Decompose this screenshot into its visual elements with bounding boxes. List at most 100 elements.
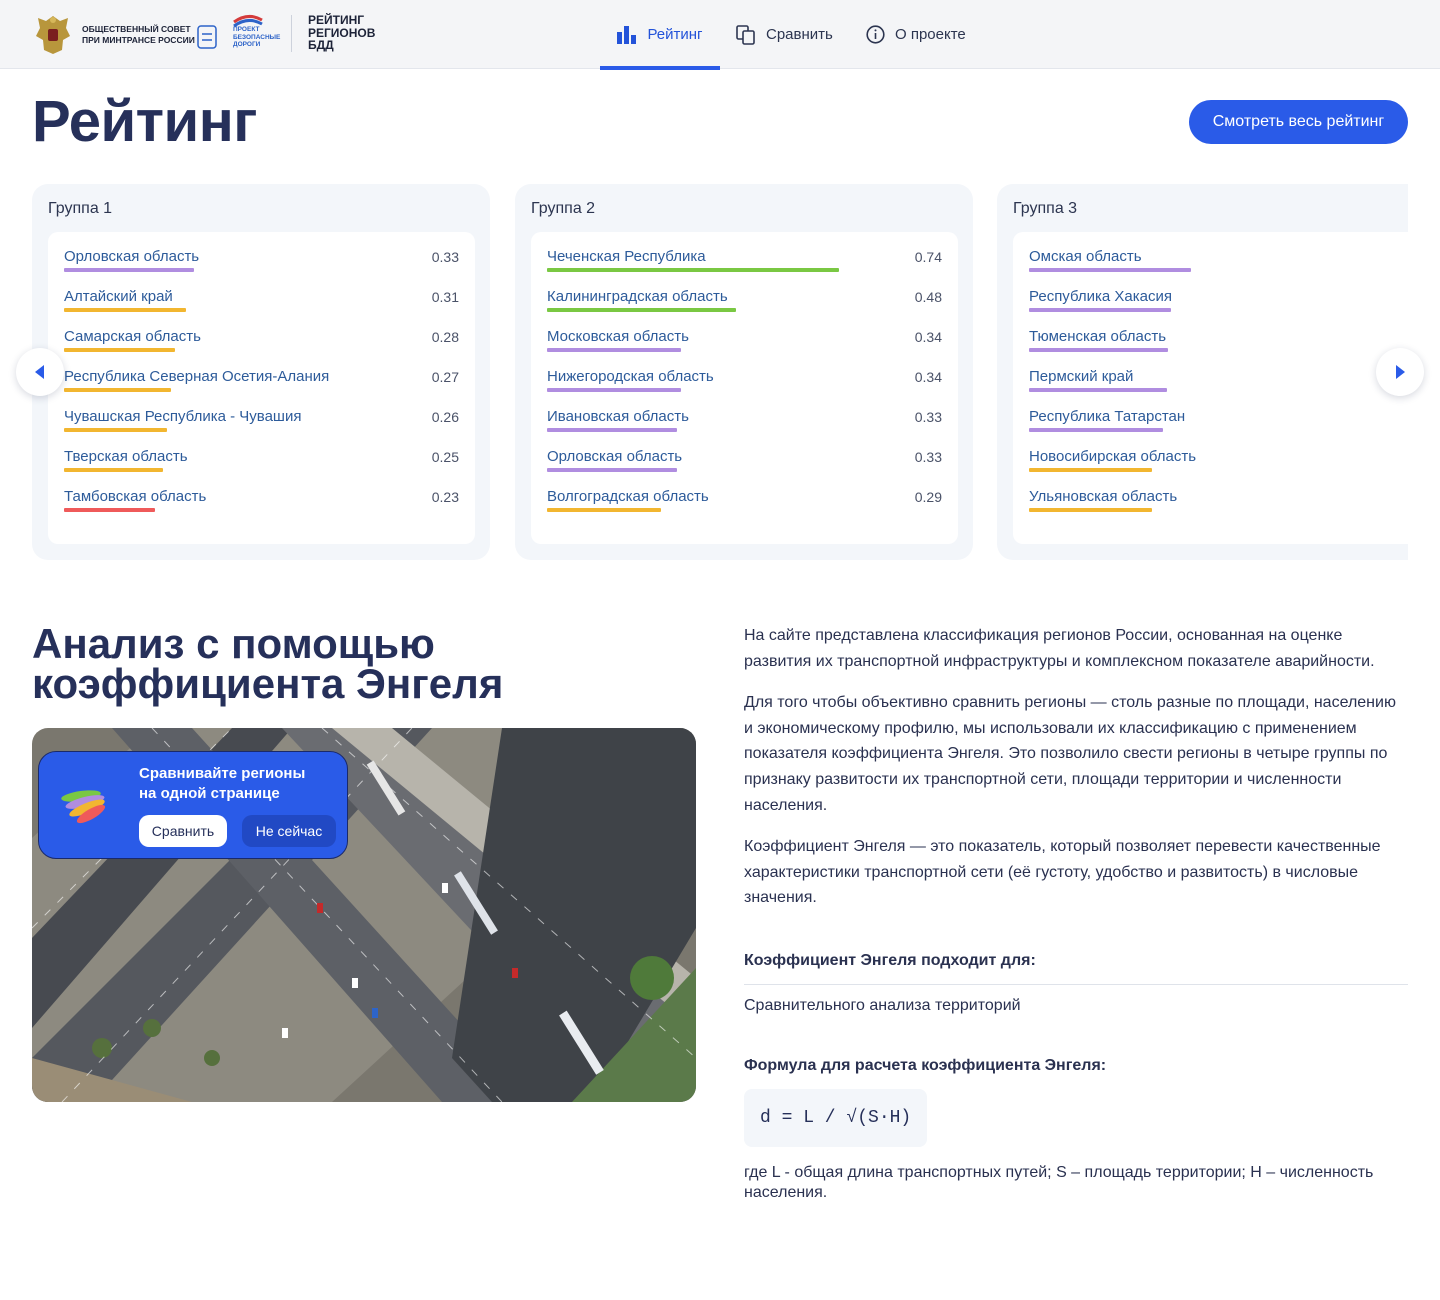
region-row[interactable]: Республика Хакасия0. [1029, 288, 1408, 328]
region-name-link[interactable]: Республика Татарстан [1029, 408, 1185, 425]
formula-box: d = L / √(S·H) [744, 1089, 927, 1147]
region-row[interactable]: Тамбовская область 0.23 [64, 488, 459, 528]
region-name-link[interactable]: Самарская область [64, 328, 201, 345]
view-all-rating-button[interactable]: Смотреть весь рейтинг [1189, 100, 1408, 144]
region-row[interactable]: Чеченская Республика 0.74 [547, 248, 942, 288]
carousel-next-button[interactable] [1376, 348, 1424, 396]
region-name-link[interactable]: Алтайский край [64, 288, 173, 305]
nav-rating[interactable]: Рейтинг [600, 0, 720, 70]
intro-paragraph-1: На сайте представлена классификация реги… [744, 627, 1375, 670]
nav-compare[interactable]: Сравнить [720, 0, 850, 69]
region-row[interactable]: Калининградская область 0.48 [547, 288, 942, 328]
region-name-link[interactable]: Орловская область [64, 248, 199, 265]
region-score-bar [547, 308, 736, 312]
region-score: 0.27 [431, 369, 459, 385]
region-row[interactable]: Омская область0 [1029, 248, 1408, 288]
region-row[interactable]: Московская область 0.34 [547, 328, 942, 368]
region-score: 0.29 [914, 489, 942, 505]
region-name-link[interactable]: Ульяновская область [1029, 488, 1177, 505]
region-score-bar [1029, 388, 1167, 392]
region-score-bar [1029, 468, 1152, 472]
region-score-bar [64, 428, 167, 432]
carousel-prev-button[interactable] [16, 348, 64, 396]
region-name-link[interactable]: Калининградская область [547, 288, 728, 305]
region-name-link[interactable]: Омская область [1029, 248, 1142, 265]
region-name-link[interactable]: Тверская область [64, 448, 188, 465]
region-row[interactable]: Орловская область 0.33 [547, 448, 942, 488]
region-score: 0.25 [431, 449, 459, 465]
formula-heading: Формула для расчета коэффициента Энгеля: [744, 1057, 1107, 1074]
group-list: Омская область0Республика Хакасия0.Тюмен… [1013, 232, 1408, 544]
group-card-2: Группа 2 Чеченская Республика 0.74 Калинин… [515, 184, 973, 560]
council-logo-text: ОБЩЕСТВЕННЫЙ СОВЕТ ПРИ МИНТРАНСЕ РОССИИ [82, 24, 195, 45]
region-score-bar [64, 308, 186, 312]
region-name-link[interactable]: Нижегородская область [547, 368, 714, 385]
region-score: 0.31 [431, 289, 459, 305]
region-name-link[interactable]: Новосибирская область [1029, 448, 1196, 465]
region-name-link[interactable]: Тамбовская область [64, 488, 206, 505]
region-score-bar [547, 508, 661, 512]
region-row[interactable]: Самарская область 0.28 [64, 328, 459, 368]
region-name-link[interactable]: Московская область [547, 328, 689, 345]
region-row[interactable]: Волгоградская область 0.29 [547, 488, 942, 528]
region-name-link[interactable]: Республика Хакасия [1029, 288, 1172, 305]
region-score-bar [1029, 268, 1191, 272]
group-card-3: Группа 3 Омская область0Республика Хакас… [997, 184, 1408, 560]
region-name-link[interactable]: Чувашская Республика - Чувашия [64, 408, 301, 425]
bar-chart-icon [617, 25, 637, 44]
region-score-bar [64, 348, 175, 352]
caret-right-icon [1396, 365, 1405, 379]
region-name-link[interactable]: Волгоградская область [547, 488, 709, 505]
region-score: 0.74 [914, 249, 942, 265]
region-row[interactable]: Чувашская Республика - Чувашия 0.26 [64, 408, 459, 448]
nav-about-label: О проекте [895, 26, 966, 43]
region-name-link[interactable]: Республика Северная Осетия-Алания [64, 368, 329, 385]
region-name-link[interactable]: Ивановская область [547, 408, 689, 425]
region-row[interactable]: Нижегородская область 0.34 [547, 368, 942, 408]
promo-dismiss-button[interactable]: Не сейчас [242, 815, 336, 847]
region-row[interactable]: Пермский край0. [1029, 368, 1408, 408]
region-row[interactable]: Ульяновская область0 [1029, 488, 1408, 528]
nav-about[interactable]: О проекте [850, 0, 1000, 69]
region-score: 0.34 [914, 329, 942, 345]
region-row[interactable]: Тюменская область0. [1029, 328, 1408, 368]
region-name-link[interactable]: Пермский край [1029, 368, 1133, 385]
site-title[interactable]: РЕЙТИНГ РЕГИОНОВ БДД [308, 14, 375, 52]
formula-note: где L - общая длина транспортных путей; … [744, 1164, 1374, 1201]
group-title: Группа 1 [48, 200, 113, 217]
group-title: Группа 3 [1013, 200, 1078, 217]
region-row[interactable]: Алтайский край 0.31 [64, 288, 459, 328]
region-score-bar [1029, 348, 1168, 352]
region-score-bar [64, 508, 155, 512]
region-score-bar [64, 468, 163, 472]
region-name-link[interactable]: Орловская область [547, 448, 682, 465]
nav-compare-label: Сравнить [766, 26, 833, 43]
region-score: 0.33 [431, 249, 459, 265]
region-row[interactable]: Ивановская область 0.33 [547, 408, 942, 448]
region-row[interactable]: Новосибирская область0 [1029, 448, 1408, 488]
region-score-bar [547, 468, 677, 472]
region-name-link[interactable]: Чеченская Республика [547, 248, 706, 265]
region-score-bar [547, 348, 681, 352]
region-name-link[interactable]: Тюменская область [1029, 328, 1166, 345]
region-score: 0.28 [431, 329, 459, 345]
caret-left-icon [35, 365, 44, 379]
region-score-bar [547, 388, 681, 392]
promo-compare-button[interactable]: Сравнить [139, 815, 227, 847]
region-row[interactable]: Орловская область 0.33 [64, 248, 459, 288]
region-score: 0.48 [914, 289, 942, 305]
promo-message: Сравнивайте регионы на одной странице [139, 765, 306, 802]
coat-of-arms-logo[interactable] [32, 12, 74, 56]
region-row[interactable]: Тверская область 0.25 [64, 448, 459, 488]
region-row[interactable]: Республика Северная Осетия-Алания 0.27 [64, 368, 459, 408]
safe-roads-logo-text: ПРОЕКТ БЕЗОПАСНЫЕ ДОРОГИ [233, 26, 281, 48]
region-score: 0.34 [914, 369, 942, 385]
region-score-bar [64, 388, 171, 392]
group-list: Орловская область 0.33 Алтайский край 0.31 С… [48, 232, 475, 544]
rating-title: Рейтинг [32, 89, 257, 154]
nav-rating-label: Рейтинг [647, 26, 703, 43]
region-score-bar [547, 428, 677, 432]
main-nav: Рейтинг Сравнить О проекте [600, 0, 1000, 70]
region-score-bar [1029, 428, 1163, 432]
region-row[interactable]: Республика Татарстан0. [1029, 408, 1408, 448]
